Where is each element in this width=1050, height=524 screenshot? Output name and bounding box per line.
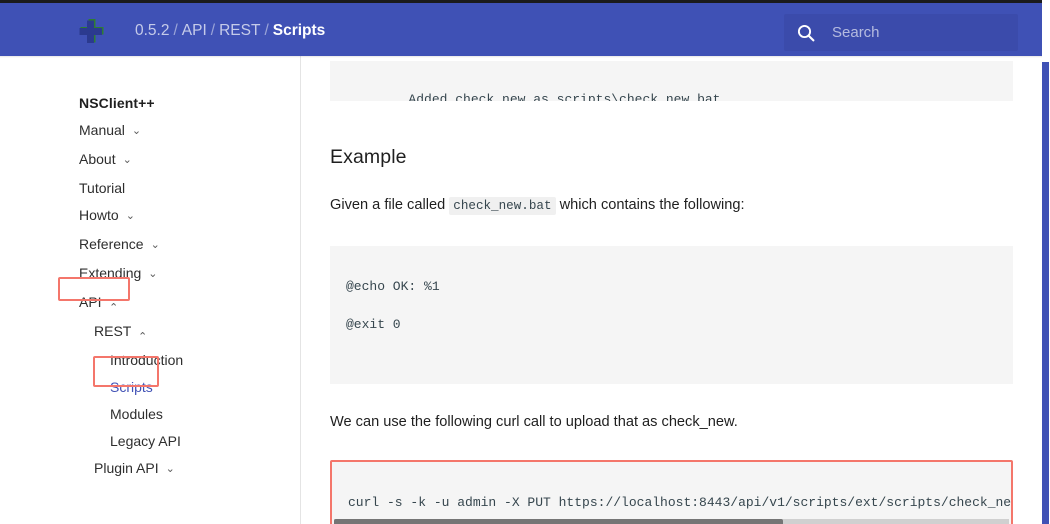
search-input[interactable]	[832, 21, 1031, 44]
sidebar-navigation: NSClient++ Manual ⌄ About ⌄ Tutorial Howto…	[0, 56, 301, 524]
chevron-up-icon[interactable]: ⌄	[109, 292, 118, 319]
sidebar-item-about[interactable]: About ⌄	[0, 146, 300, 175]
sidebar-item-extending[interactable]: Extending ⌄	[0, 260, 300, 289]
chevron-up-icon[interactable]: ⌄	[138, 321, 147, 348]
code-block-output-top[interactable]: Added check_new as scripts\check_new.bat	[330, 61, 1013, 101]
search-icon	[796, 23, 816, 43]
copy-icon[interactable]	[984, 257, 1001, 274]
breadcrumb-version[interactable]: 0.5.2	[135, 22, 169, 39]
chevron-down-icon[interactable]: ⌄	[132, 118, 141, 145]
breadcrumb: 0.5.2/API / REST / Scripts	[135, 20, 325, 42]
breadcrumb-item-rest[interactable]: REST	[219, 22, 260, 39]
chevron-down-icon[interactable]: ⌄	[123, 147, 132, 174]
code-text: Added check_new as scripts\check_new.bat	[408, 92, 721, 101]
app-header: 0.5.2/API / REST / Scripts	[0, 3, 1042, 56]
paragraph-text-part2: which contains the following:	[559, 197, 745, 213]
breadcrumb-separator: /	[210, 22, 216, 39]
sidebar-item-label: Howto	[79, 207, 119, 223]
breadcrumb-item-api[interactable]: API	[182, 22, 207, 39]
main-content: Added check_new as scripts\check_new.bat…	[301, 56, 1042, 524]
chevron-down-icon[interactable]: ⌄	[166, 456, 175, 483]
sidebar-item-label: Scripts	[110, 379, 153, 395]
code-block-curl-command[interactable]: curl -s -k -u admin -X PUT https://local…	[330, 460, 1013, 524]
sidebar-item-rest[interactable]: REST ⌄	[0, 318, 300, 347]
cross-plus-logo-icon[interactable]	[78, 17, 106, 45]
sidebar-item-label: Legacy API	[110, 433, 181, 449]
copy-icon[interactable]	[982, 473, 999, 490]
inline-code-check-new-bat: check_new.bat	[449, 197, 556, 215]
sidebar-item-label: Extending	[79, 265, 142, 281]
sidebar-item-label: Introduction	[110, 352, 184, 368]
sidebar-item-label: Tutorial	[79, 180, 126, 196]
sidebar-item-api[interactable]: API ⌄	[0, 289, 300, 318]
code-line-2: @exit 0	[346, 317, 401, 332]
sidebar-item-label: Reference	[79, 236, 144, 252]
paragraph-curl-intro: We can use the following curl call to up…	[330, 414, 738, 430]
window-top-strip	[0, 0, 1042, 3]
sidebar-item-label: About	[79, 151, 116, 167]
sidebar-item-introduction[interactable]: Introduction	[0, 347, 300, 374]
paragraph-text-part1: Given a file called	[330, 197, 446, 213]
sidebar-item-label: Plugin API	[94, 460, 159, 476]
chevron-down-icon[interactable]: ⌄	[148, 261, 157, 288]
paragraph-given-file: Given a file called check_new.bat which …	[330, 195, 1013, 216]
sidebar-item-plugin-api[interactable]: Plugin API ⌄	[0, 455, 300, 484]
header-shadow	[0, 56, 1042, 58]
content-inner: Added check_new as scripts\check_new.bat…	[301, 61, 1042, 524]
code-block-bat-contents[interactable]: @echo OK: %1 @exit 0	[330, 246, 1013, 384]
sidebar-item-label: Modules	[110, 406, 163, 422]
chevron-down-icon[interactable]: ⌄	[151, 232, 160, 259]
page-body: NSClient++ Manual ⌄ About ⌄ Tutorial Howto…	[0, 56, 1042, 524]
sidebar-item-label: Manual	[79, 122, 125, 138]
sidebar-item-legacy-api[interactable]: Legacy API	[0, 428, 300, 455]
copy-icon[interactable]	[984, 72, 1001, 89]
sidebar-item-manual[interactable]: Manual ⌄	[0, 117, 300, 146]
sidebar-item-label: REST	[94, 323, 132, 339]
sidebar-item-reference[interactable]: Reference ⌄	[0, 231, 300, 260]
code-line-1: curl -s -k -u admin -X PUT https://local…	[348, 495, 1013, 510]
breadcrumb-separator: /	[264, 22, 269, 39]
breadcrumb-separator: /	[173, 22, 178, 39]
sidebar-title: NSClient++	[79, 95, 155, 111]
search-box[interactable]	[784, 14, 1031, 51]
sidebar-item-label: API	[79, 294, 102, 310]
code-horizontal-scrollbar[interactable]	[334, 519, 1009, 524]
sidebar-item-modules[interactable]: Modules	[0, 401, 300, 428]
heading-example: Example	[330, 146, 407, 168]
code-horizontal-scrollbar-thumb[interactable]	[334, 519, 783, 524]
sidebar-item-tutorial[interactable]: Tutorial	[0, 175, 300, 202]
chevron-down-icon[interactable]: ⌄	[126, 203, 135, 230]
page-scrollbar-vertical-thumb[interactable]	[1042, 62, 1049, 524]
sidebar-item-howto[interactable]: Howto ⌄	[0, 202, 300, 231]
sidebar-item-scripts[interactable]: Scripts	[0, 374, 300, 401]
code-line-1: @echo OK: %1	[346, 279, 440, 294]
breadcrumb-current-scripts: Scripts	[272, 22, 326, 39]
